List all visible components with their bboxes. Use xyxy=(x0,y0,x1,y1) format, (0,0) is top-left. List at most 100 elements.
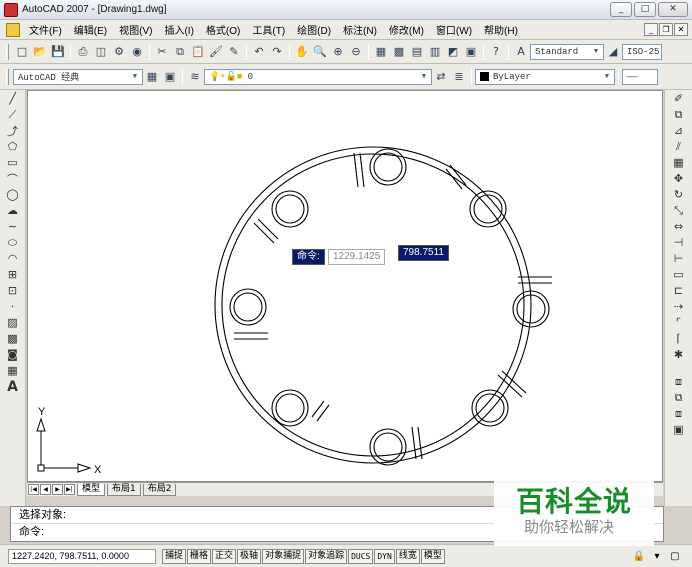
break-at-point-icon[interactable]: ▭ xyxy=(671,267,687,282)
fillet-icon[interactable]: ⌈ xyxy=(671,331,687,346)
menu-help[interactable]: 帮助(H) xyxy=(478,22,524,37)
line-icon[interactable]: ╱ xyxy=(5,91,21,106)
draw-order-icon[interactable]: ⧈ xyxy=(671,374,687,389)
markup-icon[interactable]: ◩ xyxy=(445,44,461,60)
print-icon[interactable]: ⎙ xyxy=(75,44,91,60)
toolbar-more-icon[interactable]: ▣ xyxy=(671,422,687,437)
offset-icon[interactable]: ⫽ xyxy=(671,139,687,154)
rotate-icon[interactable]: ↻ xyxy=(671,187,687,202)
properties-icon[interactable]: ▦ xyxy=(373,44,389,60)
sheet-set-icon[interactable]: ▥ xyxy=(427,44,443,60)
lock-icon[interactable]: 🔒 xyxy=(632,549,646,563)
open-icon[interactable]: 📂 xyxy=(32,44,48,60)
cut-icon[interactable]: ✂ xyxy=(154,44,170,60)
construction-line-icon[interactable]: ⟋ xyxy=(5,107,21,122)
workspace-settings-icon[interactable]: ▦ xyxy=(144,69,160,85)
tab-model[interactable]: 模型 xyxy=(77,483,106,496)
menu-view[interactable]: 视图(V) xyxy=(113,22,158,37)
menu-modify[interactable]: 修改(M) xyxy=(383,22,430,37)
tab-layout2[interactable]: 布局2 xyxy=(142,483,177,496)
menu-file[interactable]: 文件(F) xyxy=(23,22,68,37)
menu-insert[interactable]: 插入(I) xyxy=(158,22,199,37)
stretch-icon[interactable]: ⇔ xyxy=(671,219,687,234)
arc-icon[interactable]: ⌒ xyxy=(5,171,21,186)
grid-toggle[interactable]: 栅格 xyxy=(187,548,212,564)
layer-previous-icon[interactable]: ≣ xyxy=(451,69,467,85)
tab-layout1[interactable]: 布局1 xyxy=(107,483,141,496)
scale-icon[interactable]: ⤡ xyxy=(671,203,687,218)
doc-minimize-button[interactable]: _ xyxy=(644,23,658,36)
move-icon[interactable]: ✥ xyxy=(671,171,687,186)
clean-screen-icon[interactable]: ▢ xyxy=(668,549,682,563)
otrack-toggle[interactable]: 对象追踪 xyxy=(305,548,348,564)
ortho-toggle[interactable]: 正交 xyxy=(212,548,237,564)
workspace-save-icon[interactable]: ▣ xyxy=(162,69,178,85)
mirror-icon[interactable]: ⊿ xyxy=(671,123,687,138)
chamfer-icon[interactable]: ⌜ xyxy=(671,315,687,330)
publish-icon[interactable]: ⚙ xyxy=(111,44,127,60)
new-icon[interactable]: □ xyxy=(14,44,30,60)
extend-icon[interactable]: ⊢ xyxy=(671,251,687,266)
polyline-icon[interactable]: ⤴ xyxy=(5,123,21,138)
insert-block-icon[interactable]: ⊞ xyxy=(5,267,21,282)
break-icon[interactable]: ⊏ xyxy=(671,283,687,298)
menu-format[interactable]: 格式(O) xyxy=(200,22,246,37)
layer-select[interactable]: 💡☀🔓■ 0 ▼ xyxy=(204,68,432,85)
doc-restore-button[interactable]: ❐ xyxy=(659,23,673,36)
region-icon[interactable]: ◙ xyxy=(5,347,21,362)
color-select[interactable]: ByLayer ▼ xyxy=(475,68,615,85)
block-editor-icon[interactable]: ✎ xyxy=(226,44,242,60)
trim-icon[interactable]: ⊣ xyxy=(671,235,687,250)
tool-palettes-icon[interactable]: ▤ xyxy=(409,44,425,60)
close-button[interactable]: ✕ xyxy=(658,2,688,17)
explode-icon[interactable]: ✱ xyxy=(671,347,687,362)
zoom-window-icon[interactable]: ⊕ xyxy=(330,44,346,60)
point-icon[interactable]: · xyxy=(5,299,21,314)
send-back-icon[interactable]: ⧈ xyxy=(671,406,687,421)
layer-manager-icon[interactable]: ≋ xyxy=(187,69,203,85)
menu-tools[interactable]: 工具(T) xyxy=(246,22,291,37)
ellipse-arc-icon[interactable]: ◠ xyxy=(5,251,21,266)
doc-close-button[interactable]: ✕ xyxy=(674,23,688,36)
dyn-toggle[interactable]: DYN xyxy=(374,548,395,564)
save-icon[interactable]: 💾 xyxy=(50,44,66,60)
paste-icon[interactable]: 📋 xyxy=(190,44,206,60)
drawing-canvas[interactable]: Y X 命令: 1229.1425 798.7511 xyxy=(27,90,663,482)
zoom-previous-icon[interactable]: ⊖ xyxy=(348,44,364,60)
coordinate-readout[interactable]: 1227.2420, 798.7511, 0.0000 xyxy=(8,548,156,564)
pan-icon[interactable]: ✋ xyxy=(294,44,310,60)
dim-style-icon[interactable]: ◢ xyxy=(605,44,621,60)
web-icon[interactable]: ◉ xyxy=(129,44,145,60)
snap-toggle[interactable]: 捕捉 xyxy=(162,548,187,564)
chevron-down-icon[interactable]: ▾ xyxy=(650,549,664,563)
array-icon[interactable]: ▦ xyxy=(671,155,687,170)
menu-dimension[interactable]: 标注(N) xyxy=(337,22,383,37)
lineweight-toggle[interactable]: 线宽 xyxy=(395,548,420,564)
polar-toggle[interactable]: 极轴 xyxy=(237,548,262,564)
next-tab-button[interactable]: ▶ xyxy=(52,484,63,495)
maximize-button[interactable]: □ xyxy=(634,2,656,17)
zoom-realtime-icon[interactable]: 🔍 xyxy=(312,44,328,60)
osnap-toggle[interactable]: 对象捕捉 xyxy=(262,548,305,564)
menu-edit[interactable]: 编辑(E) xyxy=(68,22,113,37)
text-style-select[interactable]: Standard ▼ xyxy=(530,43,604,60)
document-icon[interactable] xyxy=(6,22,20,37)
dim-style-select[interactable]: ISO-25 xyxy=(622,43,662,60)
make-block-icon[interactable]: ⊡ xyxy=(5,283,21,298)
circle-icon[interactable]: ◯ xyxy=(5,187,21,202)
workspace-select[interactable]: AutoCAD 经典 ▼ xyxy=(13,68,143,85)
menu-window[interactable]: 窗口(W) xyxy=(430,22,478,37)
minimize-button[interactable]: _ xyxy=(610,2,632,17)
text-style-icon[interactable]: A xyxy=(513,44,529,60)
gradient-icon[interactable]: ▩ xyxy=(5,331,21,346)
dynamic-input-x-field[interactable]: 1229.1425 xyxy=(328,249,386,265)
preview-icon[interactable]: ◫ xyxy=(93,44,109,60)
make-current-layer-icon[interactable]: ⇄ xyxy=(433,69,449,85)
revision-cloud-icon[interactable]: ☁ xyxy=(5,203,21,218)
erase-icon[interactable]: ✐ xyxy=(671,91,687,106)
copy-object-icon[interactable]: ⧉ xyxy=(671,107,687,122)
hatch-icon[interactable]: ▨ xyxy=(5,315,21,330)
calculator-icon[interactable]: ▣ xyxy=(463,44,479,60)
bring-front-icon[interactable]: ⧉ xyxy=(671,390,687,405)
menu-draw[interactable]: 绘图(D) xyxy=(291,22,337,37)
